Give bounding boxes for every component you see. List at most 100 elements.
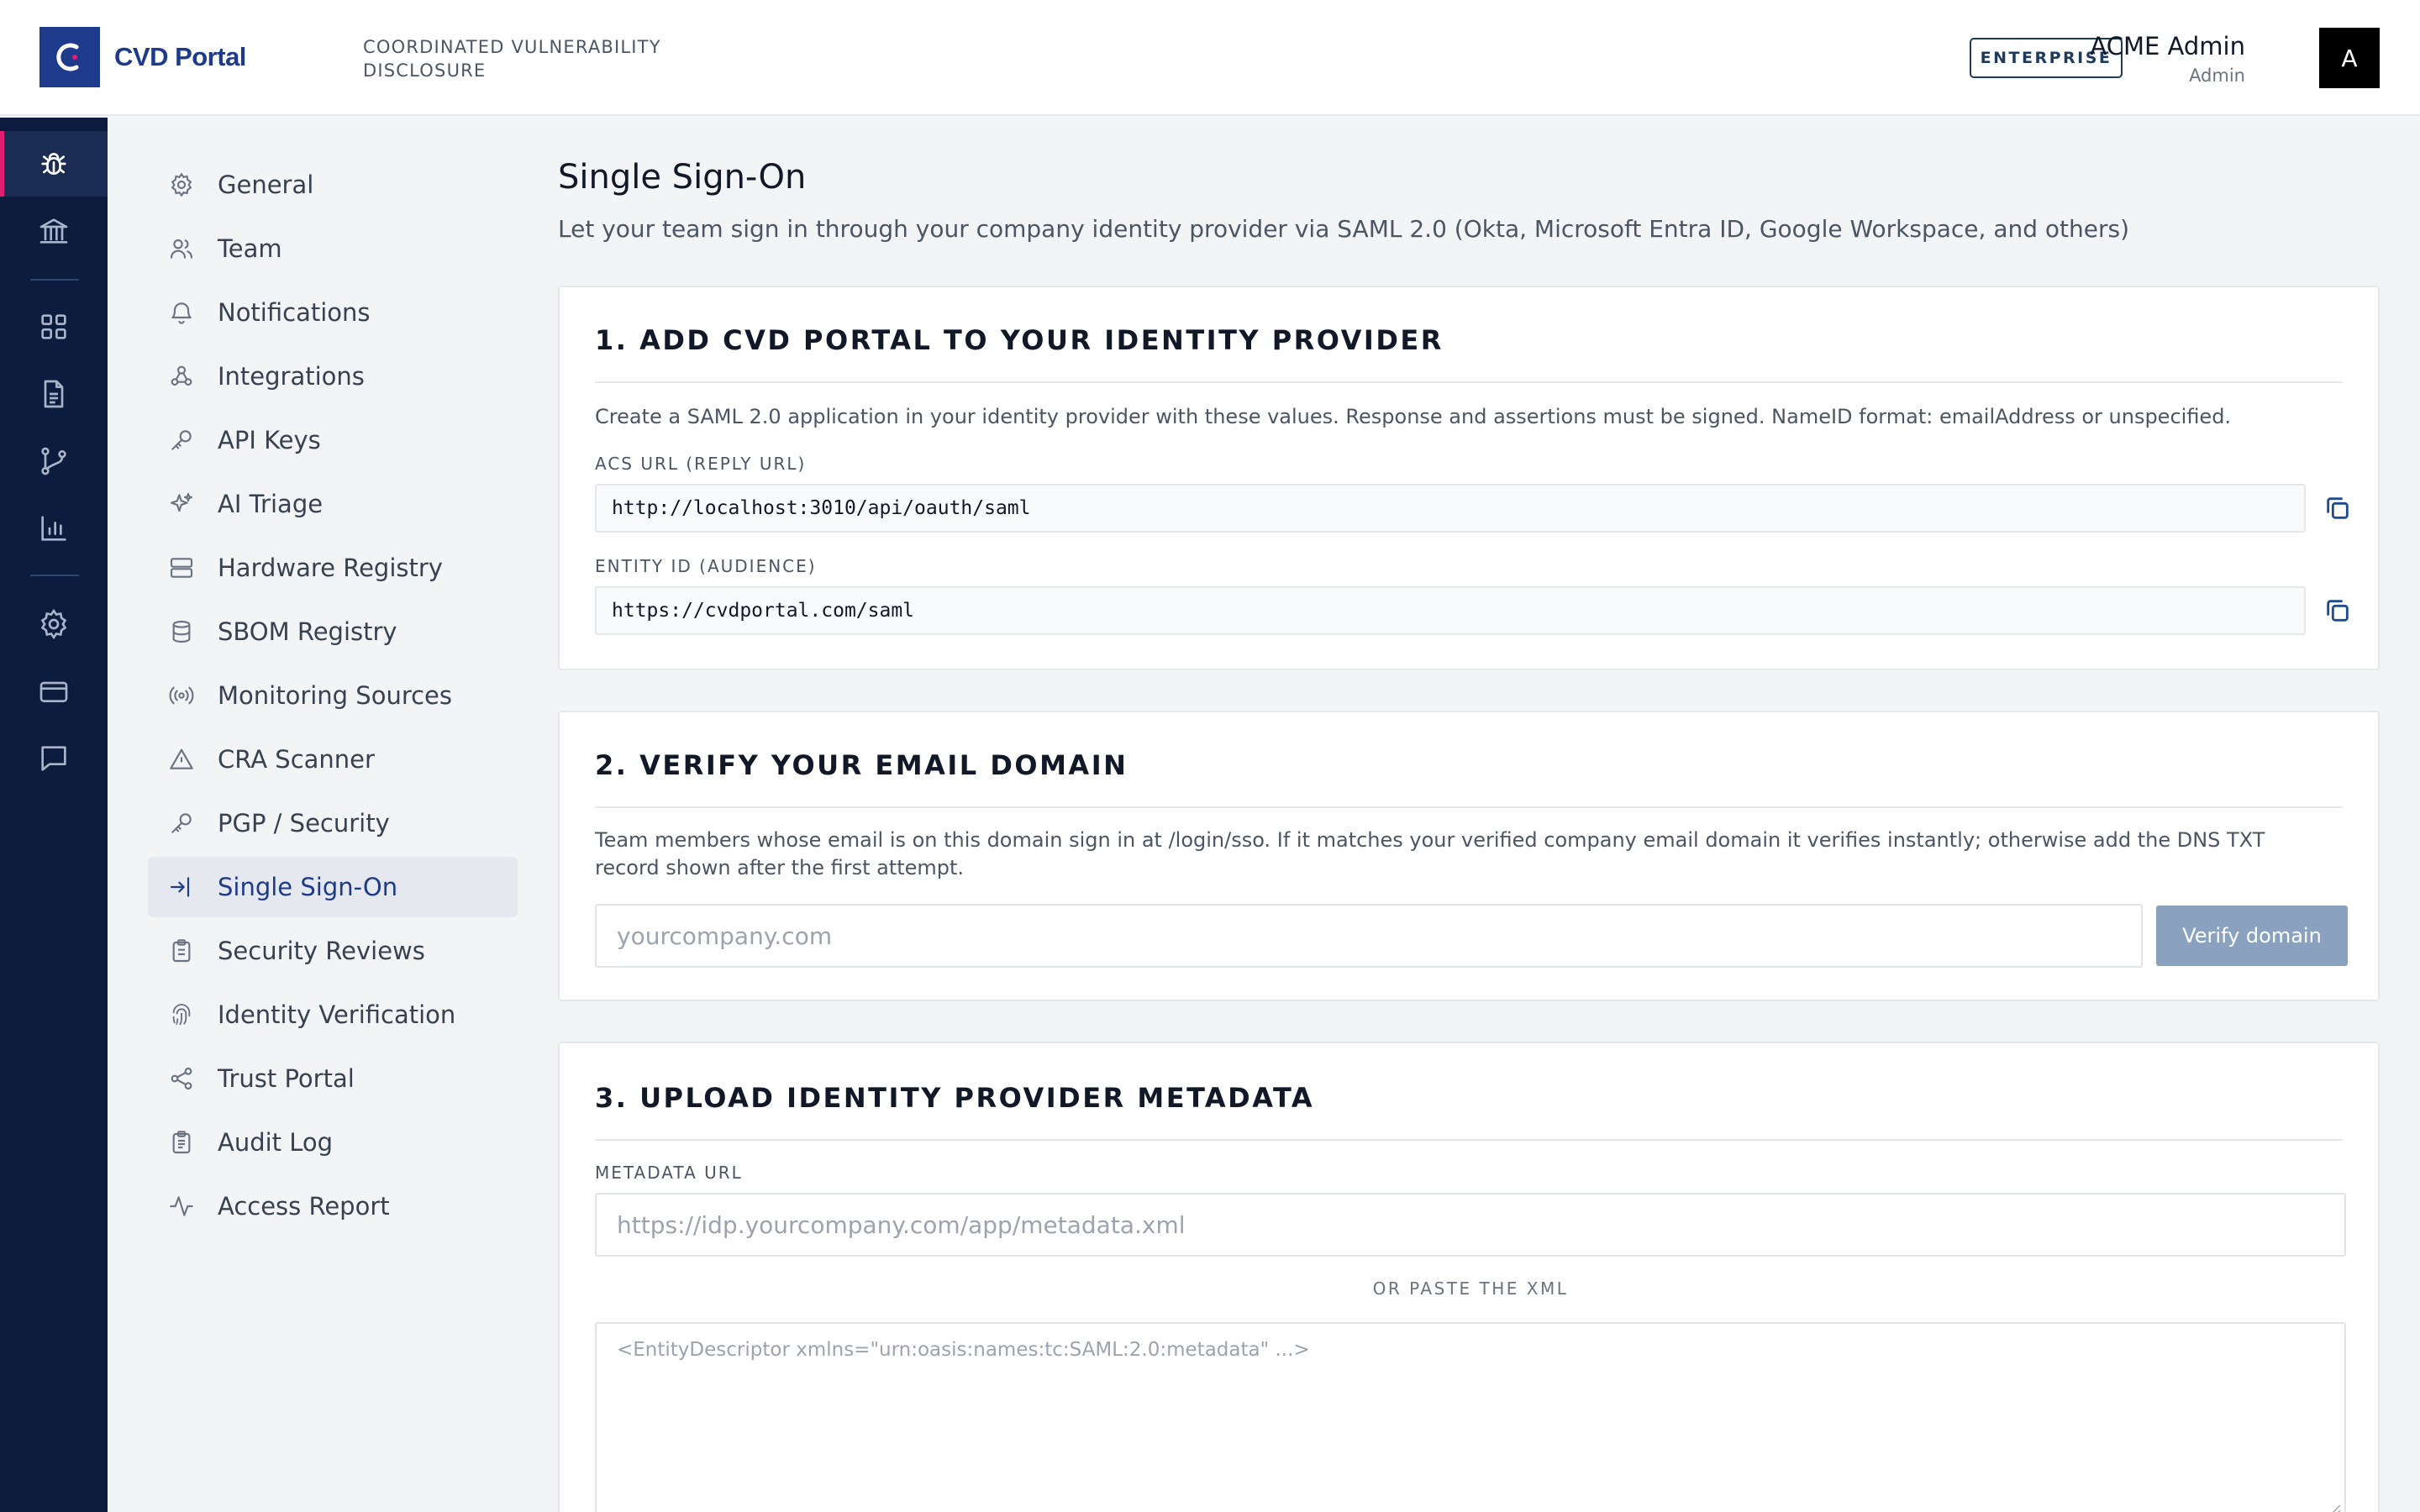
- nav-item-hardware-registry[interactable]: Hardware Registry: [148, 538, 518, 598]
- nav-item-label: Security Reviews: [218, 937, 425, 965]
- clipboard-list-icon: [172, 1131, 191, 1154]
- nav-item-ai-triage[interactable]: AI Triage: [148, 474, 518, 534]
- copy-entity-id-button[interactable]: [2319, 592, 2356, 629]
- step1-description: Create a SAML 2.0 application in your id…: [595, 405, 2232, 428]
- fingerprint-icon: [172, 1004, 191, 1026]
- metadata-xml-textarea[interactable]: <EntityDescriptor xmlns="urn:oasis:names…: [595, 1322, 2346, 1512]
- verify-domain-button[interactable]: Verify domain: [2156, 906, 2348, 966]
- nav-item-identity-verification[interactable]: Identity Verification: [148, 984, 518, 1045]
- card-divider: [595, 381, 2343, 383]
- main-content: Single Sign-On Let your team sign in thr…: [558, 158, 2380, 243]
- rail-document-icon[interactable]: [0, 361, 108, 427]
- step3-card: 3. UPLOAD IDENTITY PROVIDER METADATA MET…: [558, 1042, 2380, 1512]
- gear-icon: [171, 172, 192, 197]
- nav-item-general[interactable]: General: [148, 155, 518, 215]
- key-icon: [171, 813, 192, 833]
- nav-item-monitoring-sources[interactable]: Monitoring Sources: [148, 665, 518, 726]
- rail-bar-chart-icon[interactable]: [0, 496, 108, 561]
- nav-item-access-report[interactable]: Access Report: [148, 1176, 518, 1236]
- server-icon: [170, 558, 193, 578]
- header-tagline: COORDINATED VULNERABILITY DISCLOSURE: [363, 37, 661, 81]
- nav-item-audit-log[interactable]: Audit Log: [148, 1112, 518, 1173]
- user-name[interactable]: ACME Admin: [2090, 32, 2245, 60]
- rail-credit-card-icon[interactable]: [0, 659, 108, 724]
- key-icon: [171, 430, 192, 450]
- rail-divider: [30, 279, 79, 281]
- step2-card: 2. VERIFY YOUR EMAIL DOMAIN Team members…: [558, 711, 2380, 1001]
- nav-item-label: AI Triage: [218, 490, 324, 518]
- email-domain-input[interactable]: yourcompany.com: [595, 904, 2143, 968]
- rail-bug-icon[interactable]: [0, 131, 108, 197]
- rail-bank-icon[interactable]: [0, 198, 108, 264]
- cvd-logo-icon[interactable]: [39, 27, 100, 87]
- rail-gear-icon[interactable]: [0, 591, 108, 657]
- metadata-url-label: METADATA URL: [595, 1163, 743, 1183]
- card-divider: [595, 806, 2343, 808]
- sparkles-icon: [170, 492, 193, 512]
- nav-item-security-reviews[interactable]: Security Reviews: [148, 921, 518, 981]
- page-subtitle: Let your team sign in through your compa…: [558, 215, 2129, 243]
- rail-divider: [30, 575, 79, 576]
- warning-icon: [170, 748, 193, 769]
- nav-item-label: Integrations: [218, 362, 365, 391]
- activity-icon: [170, 1196, 193, 1216]
- top-header: CVD Portal COORDINATED VULNERABILITY DIS…: [0, 0, 2420, 116]
- nav-item-label: API Keys: [218, 426, 321, 454]
- nav-item-label: Hardware Registry: [218, 554, 443, 582]
- step2-heading: 2. VERIFY YOUR EMAIL DOMAIN: [595, 749, 1128, 781]
- nav-item-notifications[interactable]: Notifications: [148, 282, 518, 343]
- acs-url-label: ACS URL (REPLY URL): [595, 454, 807, 474]
- nav-item-label: Team: [218, 234, 282, 263]
- nav-item-label: Trust Portal: [218, 1064, 355, 1093]
- entity-id-field[interactable]: https://cvdportal.com/saml: [595, 586, 2306, 635]
- settings-nav: General Team Notifications Integrations …: [148, 155, 518, 1240]
- metadata-url-input[interactable]: https://idp.yourcompany.com/app/metadata…: [595, 1193, 2346, 1257]
- nav-item-label: Access Report: [218, 1192, 390, 1221]
- nav-item-pgp-security[interactable]: PGP / Security: [148, 793, 518, 853]
- nav-item-team[interactable]: Team: [148, 218, 518, 279]
- nav-item-single-sign-on[interactable]: Single Sign-On: [148, 857, 518, 917]
- nav-item-sbom-registry[interactable]: SBOM Registry: [148, 601, 518, 662]
- nav-item-integrations[interactable]: Integrations: [148, 346, 518, 407]
- nav-item-api-keys[interactable]: API Keys: [148, 410, 518, 470]
- step2-description: Team members whose email is on this doma…: [595, 828, 2265, 879]
- rail-dashboard-icon[interactable]: [0, 294, 108, 360]
- entity-id-label: ENTITY ID (AUDIENCE): [595, 556, 817, 576]
- nav-item-label: General: [218, 171, 314, 199]
- copy-icon: [2327, 600, 2349, 622]
- nav-item-label: Identity Verification: [218, 1000, 456, 1029]
- copy-acs-url-button[interactable]: [2319, 490, 2356, 527]
- login-icon: [170, 877, 190, 897]
- avatar[interactable]: A: [2319, 28, 2380, 88]
- radio-icon: [169, 686, 194, 705]
- xml-placeholder: <EntityDescriptor xmlns="urn:oasis:names…: [617, 1339, 1310, 1361]
- users-icon: [170, 239, 193, 259]
- clipboard-icon: [172, 939, 191, 963]
- acs-url-field[interactable]: http://localhost:3010/api/oauth/saml: [595, 484, 2306, 533]
- card-divider: [595, 1139, 2343, 1141]
- nav-item-label: Audit Log: [218, 1128, 334, 1157]
- nav-item-cra-scanner[interactable]: CRA Scanner: [148, 729, 518, 790]
- copy-icon: [2327, 497, 2349, 519]
- or-paste-label: OR PASTE THE XML: [1372, 1278, 1569, 1299]
- nav-item-label: Single Sign-On: [218, 873, 398, 901]
- user-role: Admin: [2189, 66, 2245, 86]
- nav-item-label: PGP / Security: [218, 809, 390, 837]
- nav-item-label: SBOM Registry: [218, 617, 397, 646]
- share-icon: [171, 1067, 192, 1090]
- icon-rail: [0, 118, 108, 1512]
- rail-chat-icon[interactable]: [0, 726, 108, 791]
- bell-icon: [171, 302, 192, 324]
- logo-text[interactable]: CVD Portal: [114, 42, 246, 72]
- page-title: Single Sign-On: [558, 158, 807, 197]
- resize-handle-icon[interactable]: [2328, 1502, 2341, 1512]
- step3-heading: 3. UPLOAD IDENTITY PROVIDER METADATA: [595, 1082, 1315, 1114]
- nav-item-label: Monitoring Sources: [218, 681, 453, 710]
- webhook-icon: [171, 365, 192, 386]
- nav-item-trust-portal[interactable]: Trust Portal: [148, 1048, 518, 1109]
- nav-item-label: Notifications: [218, 298, 371, 327]
- rail-git-branch-icon[interactable]: [0, 428, 108, 494]
- database-icon: [172, 620, 191, 643]
- nav-item-label: CRA Scanner: [218, 745, 375, 774]
- step1-heading: 1. ADD CVD PORTAL TO YOUR IDENTITY PROVI…: [595, 324, 1444, 356]
